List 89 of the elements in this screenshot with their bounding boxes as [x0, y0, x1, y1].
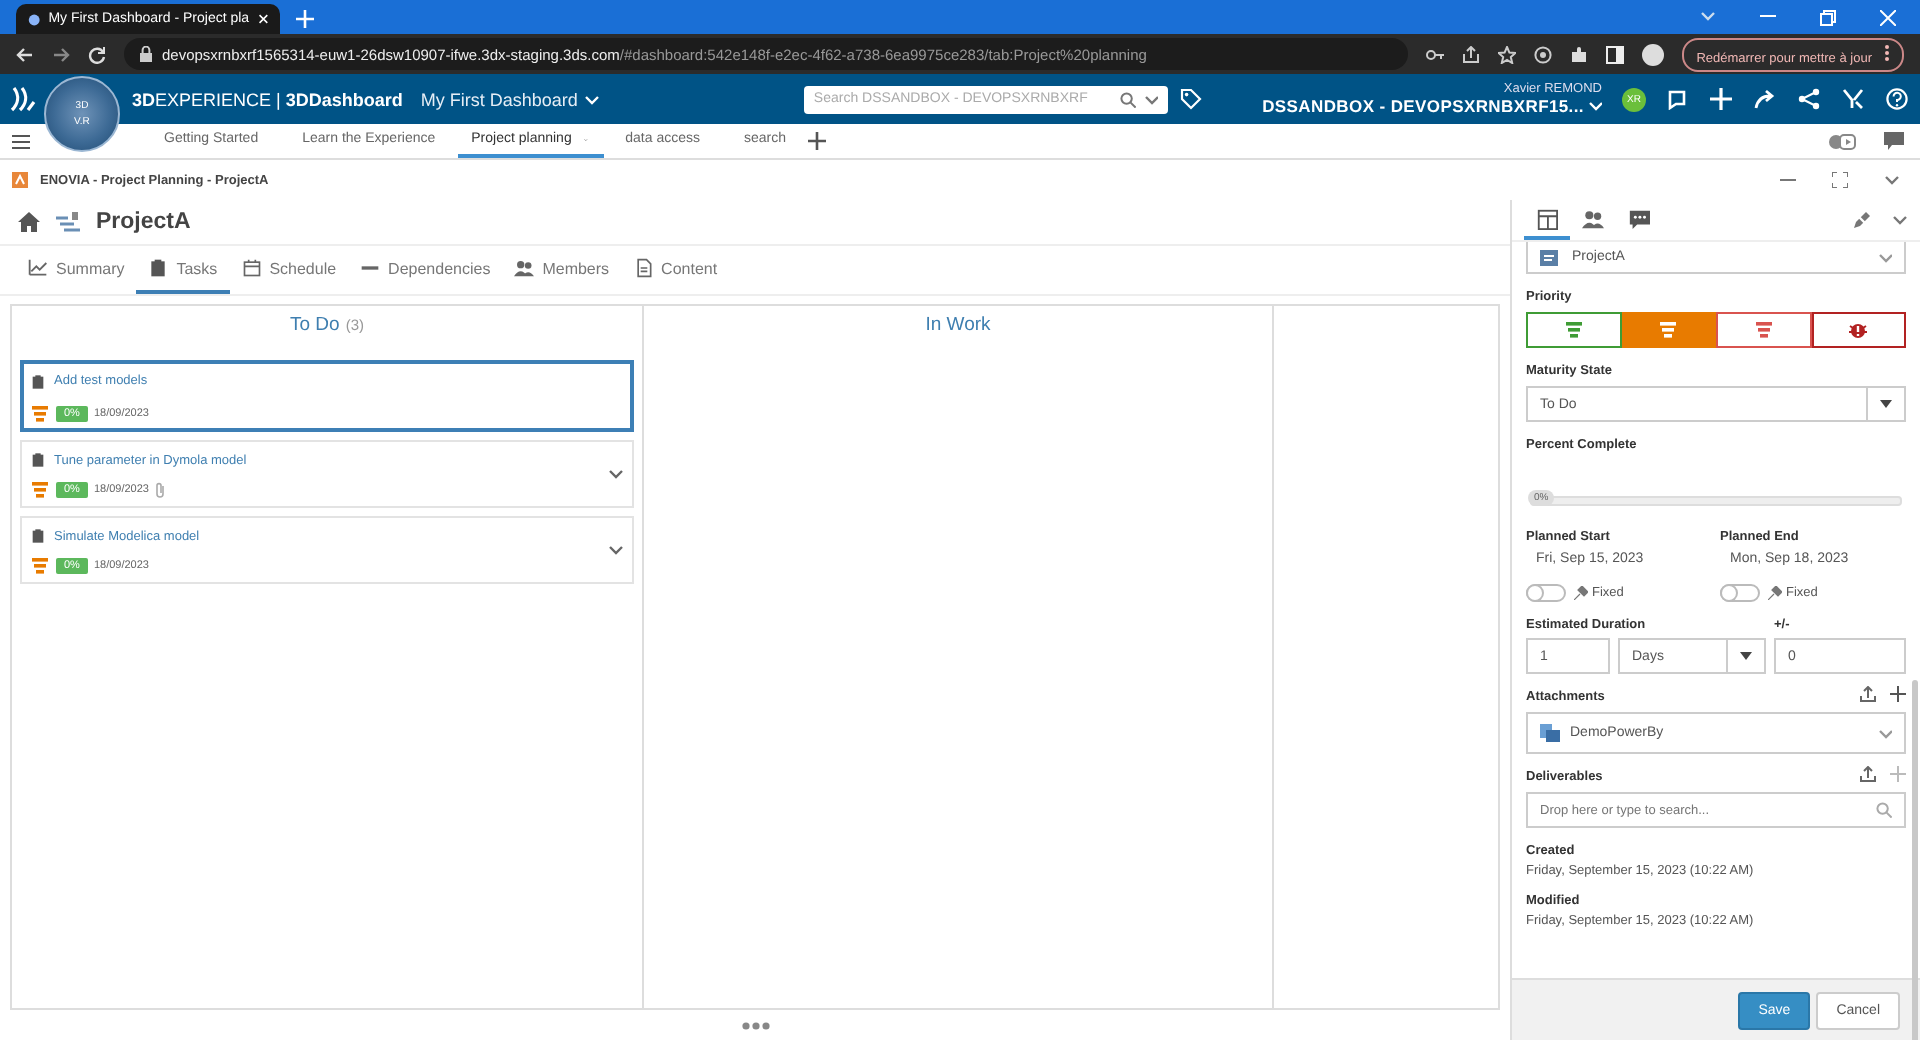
logo-icon[interactable] — [8, 86, 36, 112]
app-title: 3DEXPERIENCE | 3DDashboard — [132, 89, 403, 109]
fullscreen-icon[interactable] — [1832, 172, 1848, 188]
app-icon[interactable] — [12, 172, 28, 188]
chat-icon — [1628, 207, 1650, 229]
document-icon — [1540, 724, 1560, 742]
puzzle-icon[interactable] — [1570, 45, 1589, 63]
priority-option[interactable] — [1811, 312, 1906, 348]
column-title: To Do — [290, 314, 340, 336]
chevron-down-icon — [1878, 251, 1892, 263]
paperclip-icon — [154, 482, 167, 498]
priority-icon — [30, 480, 50, 500]
home-icon[interactable] — [18, 212, 40, 232]
calendar-icon — [241, 258, 262, 278]
chevron-down-icon[interactable] — [608, 544, 624, 556]
priority-option[interactable] — [1526, 312, 1621, 348]
tenant-name[interactable]: DSSANDBOX - DEVOPSXRNBXRF15... — [1262, 97, 1584, 114]
chevron-down-icon[interactable] — [1892, 214, 1908, 226]
restore-icon[interactable] — [1820, 9, 1836, 25]
chevron-down-icon[interactable] — [1143, 93, 1158, 105]
toggle-switch[interactable] — [1526, 584, 1566, 602]
chevron-down-icon — [583, 93, 600, 105]
people-icon — [514, 258, 535, 278]
toggle-switch[interactable] — [1720, 584, 1760, 602]
minimize-icon[interactable] — [1760, 9, 1776, 21]
priority-icon — [1658, 320, 1679, 340]
clipboard-icon — [30, 452, 46, 468]
project-tab[interactable]: Summary — [16, 246, 137, 294]
pin-icon — [1574, 586, 1588, 600]
project-tab[interactable]: Schedule — [229, 246, 349, 294]
close-icon[interactable] — [257, 12, 268, 26]
minimize-icon[interactable] — [1780, 174, 1796, 186]
caret-down-icon — [1880, 400, 1892, 408]
share-arrow-icon[interactable] — [1754, 88, 1776, 110]
upload-icon[interactable] — [1860, 765, 1876, 781]
search-icon — [1876, 802, 1892, 818]
project-tab[interactable]: Content — [621, 246, 730, 294]
caret-down-icon — [1740, 652, 1752, 660]
tag-icon[interactable] — [1179, 88, 1202, 110]
people-icon — [1582, 207, 1604, 229]
table-icon — [1536, 207, 1558, 229]
clipboard-icon — [148, 258, 169, 278]
priority-option[interactable] — [1621, 312, 1716, 348]
priority-option[interactable] — [1716, 312, 1811, 348]
column-title: In Work — [925, 314, 991, 336]
lock-icon — [140, 46, 152, 62]
project-icon — [1540, 247, 1562, 267]
sidebar-icon[interactable] — [1606, 45, 1625, 63]
priority-icon — [30, 404, 50, 424]
chevron-down-icon — [1878, 727, 1892, 739]
upload-icon[interactable] — [1860, 685, 1876, 701]
search-icon[interactable] — [1119, 91, 1136, 107]
project-tab[interactable]: Dependencies — [348, 246, 503, 294]
clipboard-icon — [30, 528, 46, 544]
project-title: ProjectA — [96, 210, 191, 234]
project-tab[interactable]: Tasks — [136, 246, 230, 294]
comment-icon[interactable] — [1884, 132, 1904, 150]
key-icon[interactable] — [1426, 45, 1445, 63]
share-icon[interactable] — [1462, 45, 1481, 63]
priority-icon — [1563, 320, 1584, 340]
back-icon[interactable] — [16, 45, 34, 63]
priority-icon — [1753, 320, 1774, 340]
help-icon[interactable] — [1886, 88, 1908, 110]
network-icon[interactable] — [1798, 88, 1820, 110]
star-icon[interactable] — [1498, 45, 1517, 63]
media-icon[interactable] — [1828, 133, 1856, 149]
tools-icon[interactable] — [1842, 88, 1864, 110]
document-icon — [633, 258, 654, 278]
edit-off-icon[interactable] — [1852, 210, 1872, 230]
project-icon — [56, 211, 80, 233]
avatar-icon[interactable] — [1642, 43, 1665, 65]
bug-icon — [1848, 320, 1869, 340]
dashboard-menu[interactable]: My First Dashboard — [420, 89, 600, 109]
speech-bubble-icon[interactable] — [1666, 88, 1688, 110]
reload-icon[interactable] — [88, 45, 106, 63]
plus-icon[interactable] — [1890, 685, 1906, 701]
priority-icon — [30, 556, 50, 576]
more-icon[interactable] — [1884, 43, 1890, 61]
globe-icon — [28, 11, 41, 27]
chart-icon — [28, 258, 48, 278]
extension-icon[interactable] — [1534, 45, 1553, 63]
project-tab[interactable]: Members — [502, 246, 622, 294]
add-tab-icon[interactable] — [808, 132, 827, 150]
pin-icon — [1768, 586, 1782, 600]
chevron-down-icon[interactable] — [608, 468, 624, 480]
forward-icon[interactable] — [52, 45, 70, 63]
clipboard-icon — [30, 373, 46, 389]
menu-icon[interactable] — [12, 133, 30, 149]
chevron-down-icon[interactable] — [1884, 174, 1900, 186]
